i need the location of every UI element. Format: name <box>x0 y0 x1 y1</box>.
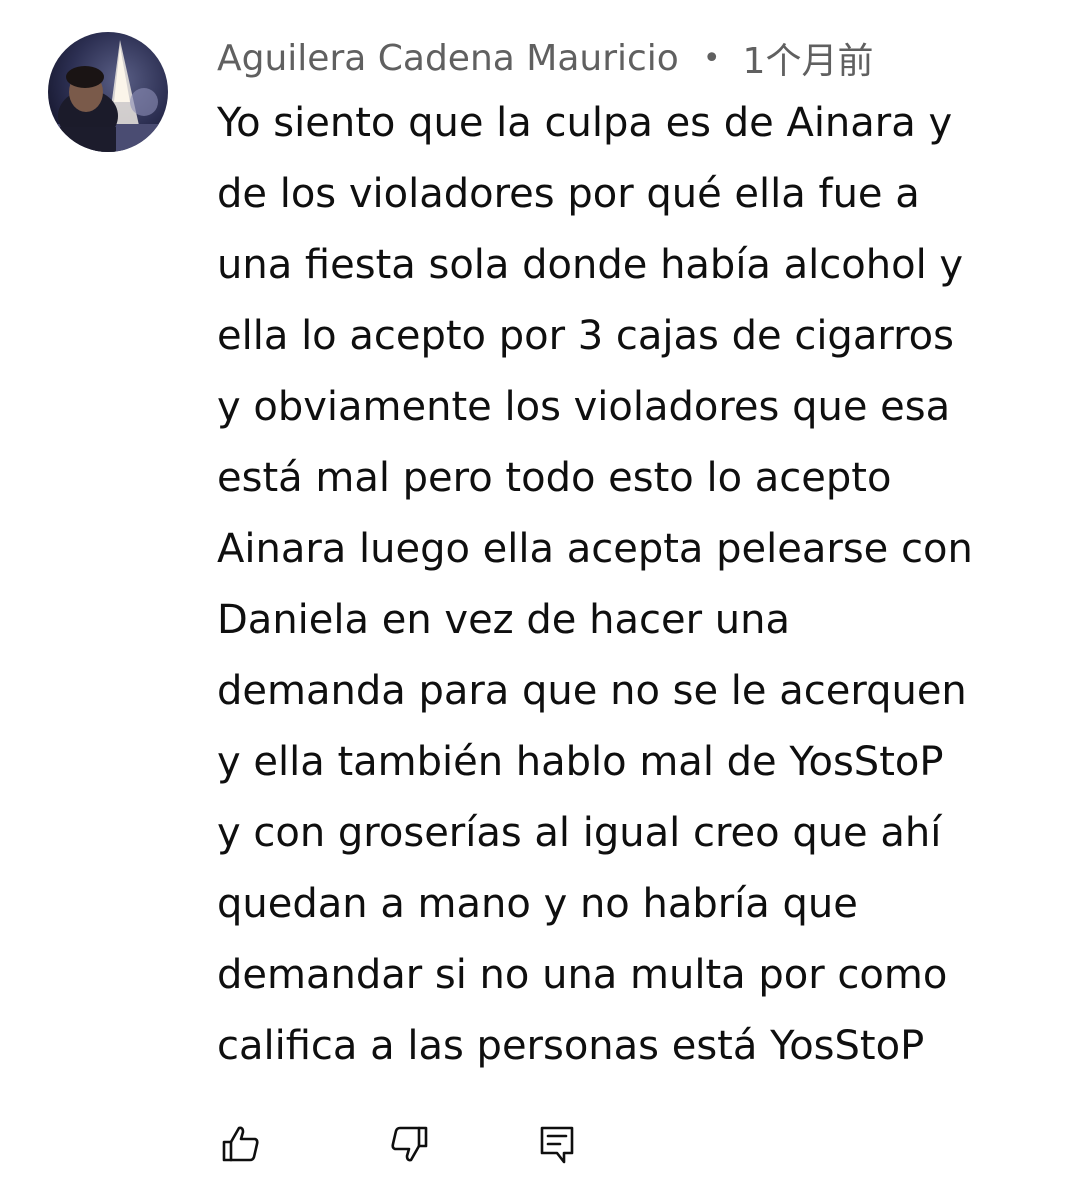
reply-button[interactable] <box>533 1120 581 1168</box>
reply-comment-icon <box>536 1123 578 1165</box>
like-button[interactable] <box>217 1120 265 1168</box>
author-name[interactable]: Aguilera Cadena Mauricio <box>217 38 679 79</box>
avatar[interactable] <box>48 32 168 152</box>
comment-header: Aguilera Cadena Mauricio • 1个月前 <box>217 32 874 84</box>
comment-item: Aguilera Cadena Mauricio • 1个月前 Yo sient… <box>0 0 1080 1188</box>
comment-timestamp[interactable]: 1个月前 <box>743 32 874 84</box>
thumbs-up-icon <box>220 1123 262 1165</box>
comment-text: Yo siento que la culpa es de Ainara y de… <box>217 100 973 1069</box>
thumbs-down-icon <box>388 1123 430 1165</box>
separator-dot: • <box>702 40 721 76</box>
dislike-button[interactable] <box>385 1120 433 1168</box>
